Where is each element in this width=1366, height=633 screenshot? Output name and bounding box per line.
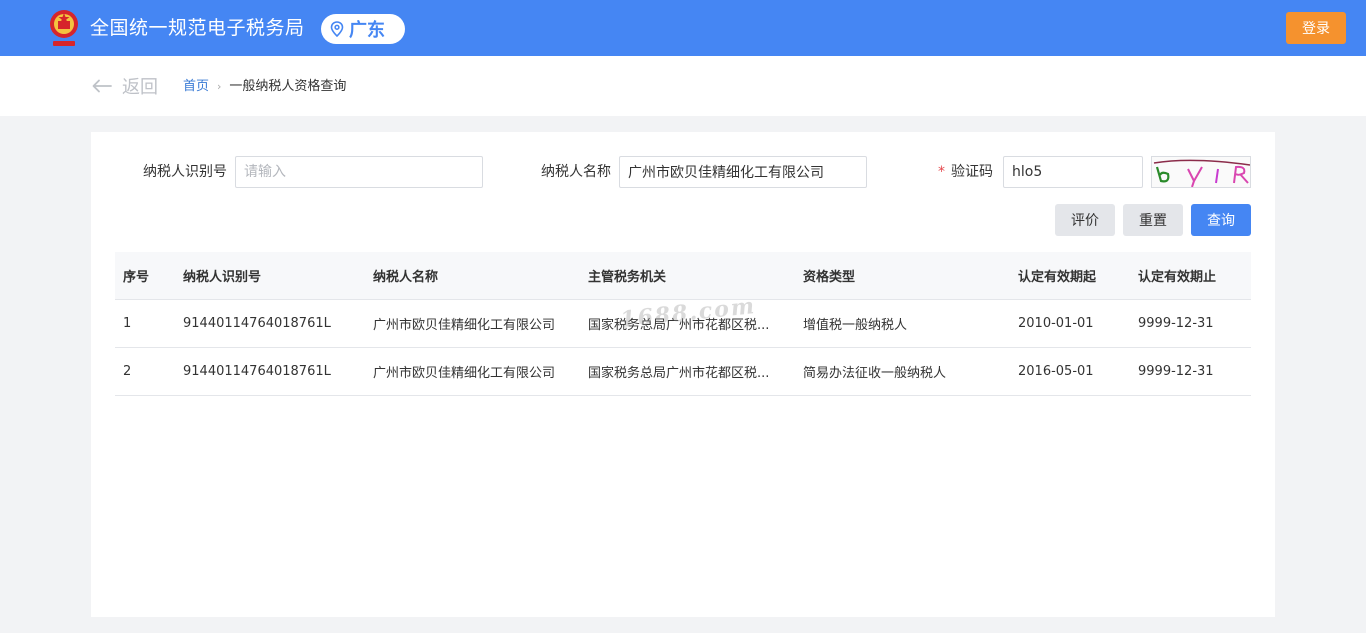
breadcrumb-current: 一般纳税人资格查询 xyxy=(229,79,347,94)
back-label: 返回 xyxy=(122,77,158,98)
back-button[interactable]: 返回 xyxy=(92,75,158,98)
taxpayer-name-label: 纳税人名称 xyxy=(541,164,611,180)
region-selector[interactable]: 广东 xyxy=(321,14,405,44)
table-cell: 1 xyxy=(123,316,132,331)
column-header: 主管税务机关 xyxy=(588,270,667,285)
column-header: 资格类型 xyxy=(803,270,856,285)
column-header: 纳税人名称 xyxy=(373,270,439,285)
arrow-left-icon xyxy=(92,79,112,93)
captcha-input[interactable] xyxy=(1003,156,1143,188)
column-header: 认定有效期起 xyxy=(1018,270,1097,285)
table-cell: 增值税一般纳税人 xyxy=(803,318,908,333)
captcha-label: 验证码 xyxy=(951,164,993,180)
table-cell: 2010-01-01 xyxy=(1018,316,1094,331)
table-cell: 广州市欧贝佳精细化工有限公司 xyxy=(373,366,556,381)
table-row: 2 91440114764018761L 广州市欧贝佳精细化工有限公司 国家税务… xyxy=(115,348,1251,396)
column-header: 序号 xyxy=(123,270,150,285)
captcha-glyphs xyxy=(1153,159,1250,187)
table-cell: 2 xyxy=(123,364,132,379)
query-panel: 纳税人识别号 纳税人名称 * 验证码 评价 重置 查询 序号 纳税人识别号 纳税人… xyxy=(91,132,1275,617)
evaluate-button[interactable]: 评价 xyxy=(1055,204,1115,236)
breadcrumb: 首页 › 一般纳税人资格查询 xyxy=(183,78,346,96)
required-mark: * xyxy=(938,164,945,180)
query-button[interactable]: 查询 xyxy=(1191,204,1251,236)
table-cell: 简易办法征收一般纳税人 xyxy=(803,366,947,381)
table-cell: 91440114764018761L xyxy=(183,316,331,331)
table-cell: 2016-05-01 xyxy=(1018,364,1094,379)
login-button[interactable]: 登录 xyxy=(1286,12,1346,44)
region-label: 广东 xyxy=(349,20,385,41)
table-cell: 9999-12-31 xyxy=(1138,364,1214,379)
chevron-right-icon: › xyxy=(217,80,222,93)
breadcrumb-home-link[interactable]: 首页 xyxy=(183,78,209,96)
column-header: 纳税人识别号 xyxy=(183,270,262,285)
column-header: 认定有效期止 xyxy=(1138,270,1217,285)
captcha-image[interactable] xyxy=(1151,156,1251,188)
sub-navigation: 返回 首页 › 一般纳税人资格查询 xyxy=(0,56,1366,116)
table-cell: 9999-12-31 xyxy=(1138,316,1214,331)
table-cell: 广州市欧贝佳精细化工有限公司 xyxy=(373,318,556,333)
reset-button[interactable]: 重置 xyxy=(1123,204,1183,236)
table-cell: 91440114764018761L xyxy=(183,364,331,379)
top-header: 全国统一规范电子税务局 广东 登录 xyxy=(0,0,1366,56)
taxpayer-name-input[interactable] xyxy=(619,156,867,188)
location-pin-icon xyxy=(330,21,344,37)
site-title: 全国统一规范电子税务局 xyxy=(90,17,305,39)
taxpayer-id-label: 纳税人识别号 xyxy=(143,164,227,180)
table-cell: 国家税务总局广州市花都区税... xyxy=(588,366,770,381)
table-header-row: 序号 纳税人识别号 纳税人名称 主管税务机关 资格类型 认定有效期起 认定有效期… xyxy=(115,252,1251,300)
taxpayer-id-input[interactable] xyxy=(235,156,483,188)
captcha-label-group: * 验证码 xyxy=(938,162,993,182)
tax-emblem-icon xyxy=(50,10,78,46)
